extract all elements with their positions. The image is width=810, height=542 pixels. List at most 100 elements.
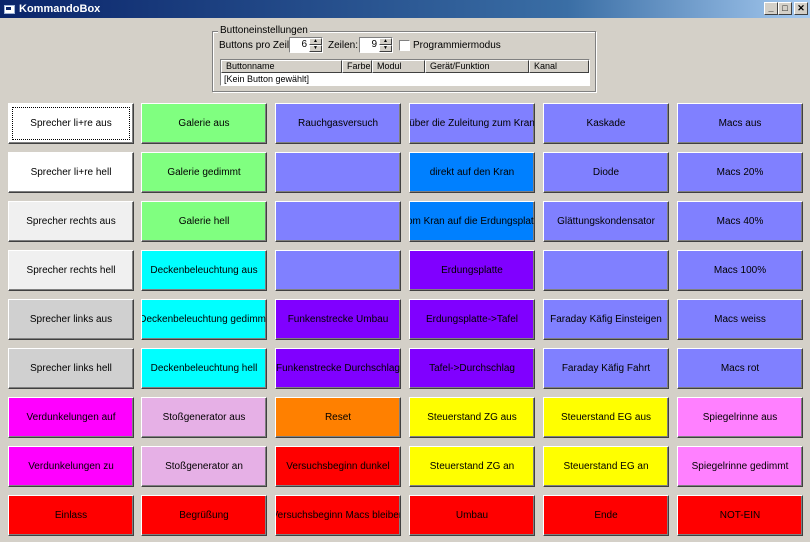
command-button[interactable]: Tafel->Durchschlag bbox=[409, 348, 535, 389]
command-button-label: Verdunkelungen zu bbox=[28, 461, 114, 472]
spin-up-icon[interactable]: ▲ bbox=[309, 38, 322, 45]
command-button[interactable]: Verdunkelungen auf bbox=[8, 397, 134, 438]
command-button[interactable]: Erdungsplatte bbox=[409, 250, 535, 291]
command-button[interactable]: Diode bbox=[543, 152, 669, 193]
command-button[interactable]: Sprecher li+re hell bbox=[8, 152, 134, 193]
command-button[interactable]: Galerie aus bbox=[141, 103, 267, 144]
command-button[interactable]: Steuerstand EG aus bbox=[543, 397, 669, 438]
command-button[interactable]: Macs weiss bbox=[677, 299, 803, 340]
command-button-label: Faraday Käfig Einsteigen bbox=[550, 314, 662, 325]
command-button-label: Einlass bbox=[54, 510, 88, 521]
command-button[interactable]: Versuchsbeginn dunkel bbox=[275, 446, 401, 487]
command-button-label: Galerie gedimmt bbox=[167, 167, 241, 178]
command-button-label: Deckenbeleuchtung aus bbox=[150, 265, 258, 276]
command-button[interactable]: Begrüßung bbox=[141, 495, 267, 536]
spin-down-icon[interactable]: ▼ bbox=[379, 45, 392, 52]
command-button-label: NOT-EIN bbox=[719, 510, 761, 521]
command-button[interactable]: Sprecher rechts hell bbox=[8, 250, 134, 291]
column-header-color[interactable]: Farbe bbox=[342, 60, 372, 73]
command-button[interactable]: Deckenbeleuchtung hell bbox=[141, 348, 267, 389]
rows-spinner[interactable]: 9 ▲ ▼ bbox=[359, 37, 393, 53]
command-button[interactable]: Macs rot bbox=[677, 348, 803, 389]
command-button[interactable]: Sprecher links hell bbox=[8, 348, 134, 389]
command-button[interactable]: Deckenbeleuchtung aus bbox=[141, 250, 267, 291]
command-button-label: Kaskade bbox=[586, 118, 626, 129]
command-button[interactable]: NOT-EIN bbox=[677, 495, 803, 536]
command-button[interactable]: Macs 20% bbox=[677, 152, 803, 193]
command-button[interactable]: Steuerstand ZG an bbox=[409, 446, 535, 487]
command-button[interactable]: Macs 40% bbox=[677, 201, 803, 242]
command-button[interactable]: Einlass bbox=[8, 495, 134, 536]
command-button-label: Spiegelrinne gedimmt bbox=[691, 461, 789, 472]
rows-value: 9 bbox=[371, 39, 377, 50]
command-button[interactable]: Funkenstrecke Umbau bbox=[275, 299, 401, 340]
buttons-per-row-spinner[interactable]: 6 ▲ ▼ bbox=[289, 37, 323, 53]
column-header-module[interactable]: Modul bbox=[372, 60, 425, 73]
command-button[interactable]: Reset bbox=[275, 397, 401, 438]
command-button-label: Galerie aus bbox=[178, 118, 230, 129]
command-button[interactable]: Faraday Käfig Einsteigen bbox=[543, 299, 669, 340]
minimize-button[interactable]: _ bbox=[764, 2, 778, 15]
command-button[interactable]: Spiegelrinne gedimmt bbox=[677, 446, 803, 487]
command-button-label: Steuerstand ZG an bbox=[429, 461, 515, 472]
command-button[interactable]: Sprecher li+re aus bbox=[8, 103, 134, 144]
command-button-label: Spiegelrinne aus bbox=[702, 412, 778, 423]
command-button[interactable] bbox=[275, 250, 401, 291]
command-button[interactable]: Rauchgasversuch bbox=[275, 103, 401, 144]
command-button[interactable]: Umbau bbox=[409, 495, 535, 536]
command-button[interactable] bbox=[275, 152, 401, 193]
command-button[interactable]: Macs aus bbox=[677, 103, 803, 144]
command-button-label: über die Zuleitung zum Kran bbox=[409, 118, 535, 129]
command-button-label: Erdungsplatte bbox=[441, 265, 503, 276]
command-button-label: Sprecher rechts aus bbox=[26, 216, 116, 227]
command-button-label: Macs 20% bbox=[716, 167, 764, 178]
list-item[interactable]: [Kein Button gewählt] bbox=[224, 74, 309, 85]
spin-up-icon[interactable]: ▲ bbox=[379, 38, 392, 45]
command-button-label: Verdunkelungen auf bbox=[26, 412, 116, 423]
command-button[interactable]: Kaskade bbox=[543, 103, 669, 144]
command-button[interactable]: Stoßgenerator an bbox=[141, 446, 267, 487]
command-button-label: Sprecher rechts hell bbox=[26, 265, 116, 276]
command-button-label: Macs 40% bbox=[716, 216, 764, 227]
command-button[interactable]: Steuerstand ZG aus bbox=[409, 397, 535, 438]
command-button[interactable]: Spiegelrinne aus bbox=[677, 397, 803, 438]
command-button[interactable]: Glättungskondensator bbox=[543, 201, 669, 242]
maximize-button[interactable]: □ bbox=[778, 2, 792, 15]
command-button-label: Tafel->Durchschlag bbox=[429, 363, 515, 374]
command-button[interactable]: Funkenstrecke Durchschlag bbox=[275, 348, 401, 389]
command-button[interactable]: Sprecher rechts aus bbox=[8, 201, 134, 242]
command-button[interactable]: Macs 100% bbox=[677, 250, 803, 291]
command-button[interactable] bbox=[543, 250, 669, 291]
command-button[interactable] bbox=[275, 201, 401, 242]
column-header-channel[interactable]: Kanal bbox=[529, 60, 589, 73]
command-button[interactable]: über die Zuleitung zum Kran bbox=[409, 103, 535, 144]
column-header-device[interactable]: Gerät/Funktion bbox=[425, 60, 529, 73]
command-button-label: Sprecher links aus bbox=[29, 314, 113, 325]
program-mode-checkbox[interactable] bbox=[399, 40, 410, 51]
command-button-label: Stoßgenerator an bbox=[165, 461, 243, 472]
command-button[interactable]: Versuchsbeginn Macs bleiben bbox=[275, 495, 401, 536]
command-button[interactable]: Sprecher links aus bbox=[8, 299, 134, 340]
command-button[interactable]: Verdunkelungen zu bbox=[8, 446, 134, 487]
column-header-name[interactable]: Buttonname bbox=[221, 60, 342, 73]
group-title: Buttoneinstellungen bbox=[218, 25, 310, 36]
command-button-label: Umbau bbox=[455, 510, 489, 521]
command-button[interactable]: Faraday Käfig Fahrt bbox=[543, 348, 669, 389]
command-button-label: Macs weiss bbox=[714, 314, 766, 325]
spin-down-icon[interactable]: ▼ bbox=[309, 45, 322, 52]
command-button[interactable]: Galerie hell bbox=[141, 201, 267, 242]
command-button[interactable]: vom Kran auf die Erdungsplatte bbox=[409, 201, 535, 242]
command-button[interactable]: Erdungsplatte->Tafel bbox=[409, 299, 535, 340]
command-button[interactable]: Stoßgenerator aus bbox=[141, 397, 267, 438]
command-button-label: Stoßgenerator aus bbox=[162, 412, 246, 423]
command-button-label: Erdungsplatte->Tafel bbox=[425, 314, 518, 325]
command-button[interactable]: Deckenbeleuchtung gedimmt bbox=[141, 299, 267, 340]
command-button[interactable]: Ende bbox=[543, 495, 669, 536]
command-button-label: Faraday Käfig Fahrt bbox=[561, 363, 651, 374]
button-list-view[interactable]: Buttonname Farbe Modul Gerät/Funktion Ka… bbox=[220, 59, 590, 86]
close-button[interactable]: ✕ bbox=[794, 2, 808, 15]
command-button-label: Deckenbeleuchtung gedimmt bbox=[141, 314, 267, 325]
command-button[interactable]: Galerie gedimmt bbox=[141, 152, 267, 193]
command-button[interactable]: Steuerstand EG an bbox=[543, 446, 669, 487]
command-button[interactable]: direkt auf den Kran bbox=[409, 152, 535, 193]
